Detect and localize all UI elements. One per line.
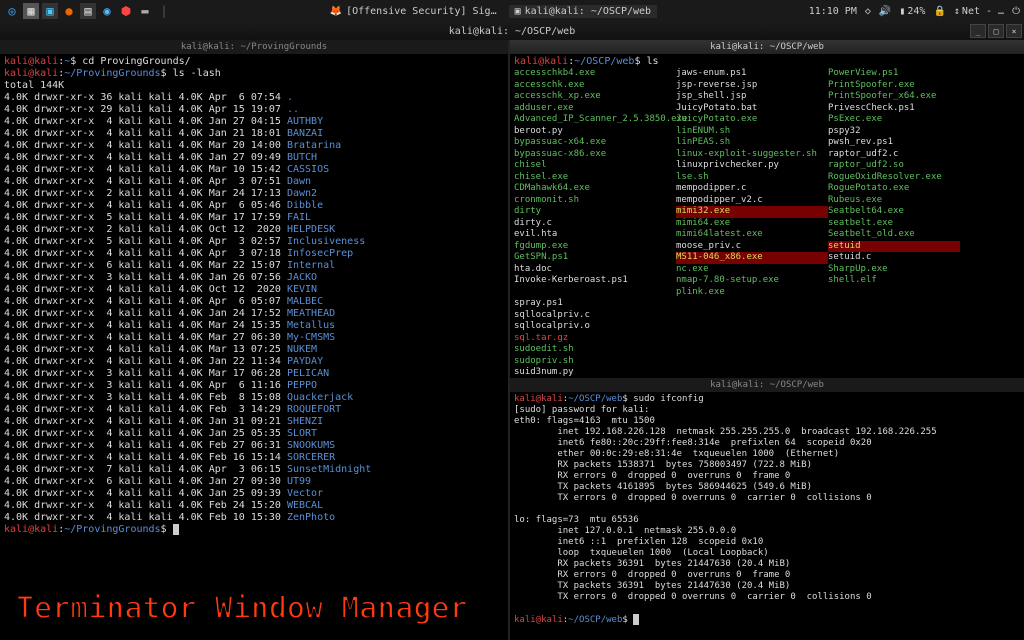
task-button[interactable]: 🦊[Offensive Security] Sig… bbox=[324, 5, 503, 18]
lock-icon[interactable]: 🔒 bbox=[933, 6, 945, 17]
task-button-active[interactable]: ▣kali@kali: ~/OSCP/web bbox=[509, 5, 657, 18]
clock[interactable]: 11:10 PM bbox=[809, 6, 857, 17]
window-titlebar[interactable]: kali@kali: ~/OSCP/web _ □ × bbox=[0, 22, 1024, 40]
launcher-icons[interactable]: ◎ ▦ ▣ ● ▤ ◉ ⬢ ▬ | bbox=[4, 3, 172, 19]
terminal-pane-right-top[interactable]: kali@kali: ~/OSCP/web kali@kali:~/OSCP/w… bbox=[510, 40, 1024, 378]
pane-title[interactable]: kali@kali: ~/OSCP/web bbox=[510, 40, 1024, 54]
firefox-icon: 🦊 bbox=[330, 6, 342, 17]
notify-icon[interactable]: ◇ bbox=[865, 6, 871, 17]
close-button[interactable]: × bbox=[1006, 24, 1022, 38]
terminal-pane-left[interactable]: kali@kali: ~/ProvingGrounds kali@kali:~$… bbox=[0, 40, 510, 640]
taskbar[interactable]: ◎ ▦ ▣ ● ▤ ◉ ⬢ ▬ | 🦊[Offensive Security] … bbox=[0, 0, 1024, 22]
caption-overlay: Terminator Window Manager bbox=[16, 591, 468, 626]
network-indicator[interactable]: ↕ Net - … bbox=[954, 6, 1004, 17]
terminal-pane-right-bottom[interactable]: kali@kali: ~/OSCP/web kali@kali:~/OSCP/w… bbox=[510, 378, 1024, 640]
minimize-button[interactable]: _ bbox=[970, 24, 986, 38]
pane-title[interactable]: kali@kali: ~/ProvingGrounds bbox=[0, 40, 508, 54]
pane-title[interactable]: kali@kali: ~/OSCP/web bbox=[510, 378, 1024, 392]
window-title: kali@kali: ~/OSCP/web bbox=[449, 26, 575, 37]
app-icon[interactable]: ◎ bbox=[4, 3, 20, 19]
volume-icon[interactable]: 🔊 bbox=[879, 6, 891, 17]
divider: | bbox=[156, 3, 172, 19]
window-list: 🦊[Offensive Security] Sig… ▣kali@kali: ~… bbox=[172, 5, 809, 18]
app-icon[interactable]: ◉ bbox=[99, 3, 115, 19]
terminal-icon: ▣ bbox=[515, 6, 521, 17]
system-tray: 11:10 PM ◇ 🔊 ▮ 24% 🔒 ↕ Net - … ⏻ bbox=[809, 6, 1020, 17]
battery-indicator[interactable]: ▮ 24% bbox=[899, 6, 925, 17]
maximize-button[interactable]: □ bbox=[988, 24, 1004, 38]
app-icon[interactable]: ▬ bbox=[137, 3, 153, 19]
app-icon[interactable]: ▣ bbox=[42, 3, 58, 19]
app-icon[interactable]: ⬢ bbox=[118, 3, 134, 19]
app-icon[interactable]: ● bbox=[61, 3, 77, 19]
power-icon[interactable]: ⏻ bbox=[1012, 6, 1020, 17]
app-icon[interactable]: ▦ bbox=[23, 3, 39, 19]
desktop: kali@kali: ~/OSCP/web _ □ × kali@kali: ~… bbox=[0, 22, 1024, 640]
app-icon[interactable]: ▤ bbox=[80, 3, 96, 19]
